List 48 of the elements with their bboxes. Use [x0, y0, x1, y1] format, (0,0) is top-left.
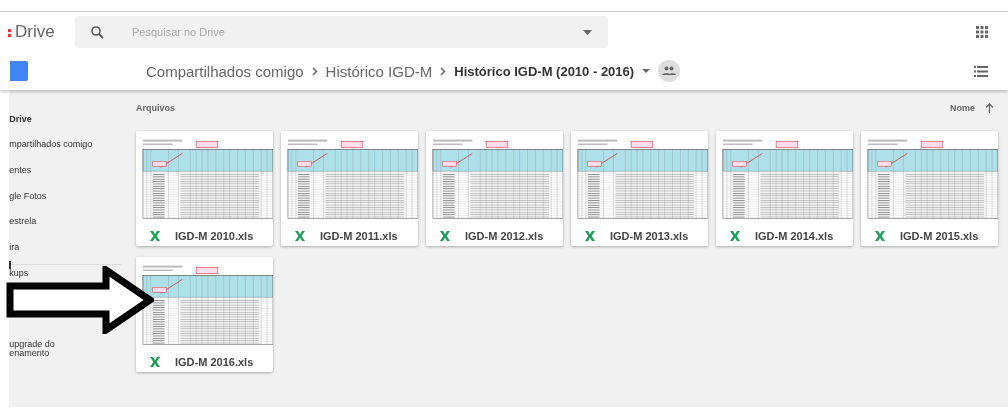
spreadsheet-icon: [294, 229, 306, 242]
file-name: IGD-M 2013.xls: [610, 229, 689, 242]
file-card[interactable]: IGD-M 2010.xls: [136, 131, 273, 246]
file-card[interactable]: IGD-M 2011.xls: [281, 131, 418, 246]
search-field[interactable]: Pesquisar no Drive: [75, 16, 608, 48]
spreadsheet-icon: [584, 229, 596, 242]
sidebar-item[interactable]: Drive: [9, 106, 124, 132]
sidebar-item[interactable]: kups: [9, 268, 29, 278]
sort-arrow-icon[interactable]: [985, 103, 994, 113]
file-card[interactable]: IGD-M 2016.xls: [136, 257, 273, 372]
file-name: IGD-M 2010.xls: [175, 229, 254, 242]
spreadsheet-icon: [439, 229, 451, 242]
file-card[interactable]: IGD-M 2015.xls: [861, 131, 998, 246]
list-view-icon[interactable]: [974, 66, 988, 77]
file-name: IGD-M 2011.xls: [320, 229, 398, 242]
file-name: IGD-M 2014.xls: [755, 229, 834, 242]
breadcrumb-item[interactable]: Histórico IGD-M: [325, 62, 433, 80]
dropdown-icon[interactable]: [583, 29, 592, 35]
dropdown-icon[interactable]: [642, 69, 651, 73]
file-card[interactable]: IGD-M 2012.xls: [426, 131, 563, 246]
apps-icon[interactable]: [976, 26, 988, 38]
spreadsheet-icon: [149, 229, 161, 242]
upgrade-storage-link[interactable]: enamento: [9, 348, 124, 358]
breadcrumb-item[interactable]: Compartilhados comigo: [146, 62, 304, 80]
sort-label[interactable]: Nome: [950, 103, 975, 113]
chevron-icon: [311, 66, 318, 76]
spreadsheet-icon: [729, 229, 741, 242]
logo-icon: [8, 27, 11, 37]
file-name: IGD-M 2012.xls: [465, 229, 544, 242]
sidebar-item[interactable]: mpartilhados comigo: [9, 131, 124, 158]
search-icon: [91, 25, 104, 39]
section-title: Arquivos: [136, 103, 175, 113]
sidebar-item[interactable]: ira: [9, 233, 124, 260]
upgrade-storage-link[interactable]: upgrade do: [9, 339, 124, 349]
chevron-icon: [440, 66, 447, 76]
spreadsheet-icon: [874, 229, 886, 242]
spreadsheet-icon: [149, 355, 161, 368]
app-title: Drive: [15, 22, 55, 42]
shared-people-icon[interactable]: [658, 60, 681, 82]
sidebar-item[interactable]: entes: [9, 157, 124, 183]
breadcrumb-item[interactable]: Histórico IGD-M (2010 - 2016): [454, 63, 635, 79]
sidebar-item[interactable]: estrela: [9, 208, 124, 234]
file-name: IGD-M 2016.xls: [175, 355, 254, 368]
search-input[interactable]: Pesquisar no Drive: [130, 25, 583, 39]
file-card[interactable]: IGD-M 2014.xls: [716, 131, 853, 246]
file-card[interactable]: IGD-M 2013.xls: [571, 131, 708, 246]
file-name: IGD-M 2015.xls: [900, 229, 979, 242]
sidebar-item[interactable]: gle Fotos: [9, 182, 124, 209]
